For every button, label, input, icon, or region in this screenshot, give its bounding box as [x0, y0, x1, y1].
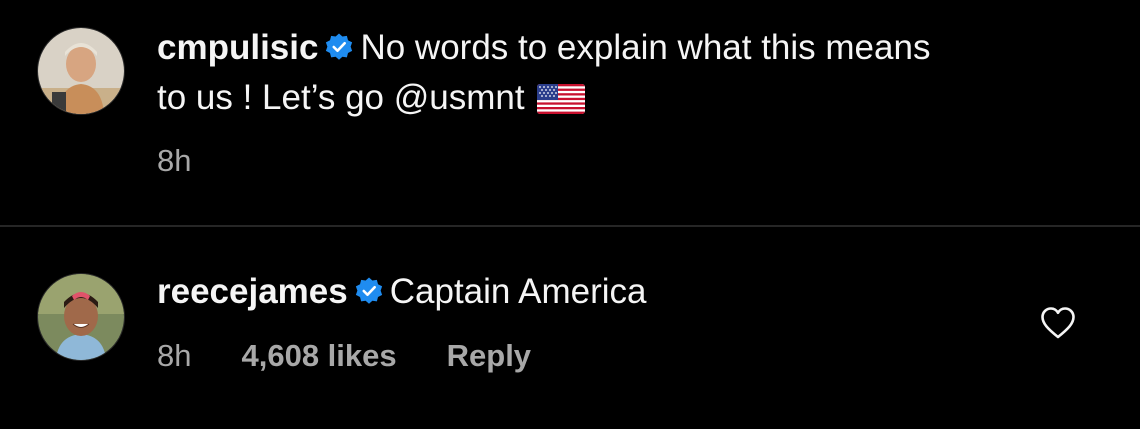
avatar-image — [38, 28, 124, 114]
comment-timestamp: 8h — [157, 338, 192, 373]
likes-count-link[interactable]: 4,608 likes — [241, 338, 396, 374]
comment-item — [0, 227, 1140, 429]
comment-meta: 8h 4,608 likes Reply — [157, 338, 531, 374]
comment-text: cmpulisic No words to explain what this m… — [157, 23, 1097, 123]
avatar-image — [38, 274, 124, 360]
us-flag-icon — [536, 84, 585, 114]
comment-meta: 8h — [157, 143, 191, 179]
verified-badge-icon — [354, 276, 384, 306]
comment-username[interactable]: reecejames — [157, 272, 348, 311]
like-button[interactable] — [1040, 306, 1076, 340]
avatar[interactable] — [37, 273, 125, 361]
comment-timestamp: 8h — [157, 143, 192, 178]
comment-username[interactable]: cmpulisic — [157, 28, 318, 67]
verified-badge-icon — [324, 32, 354, 62]
reply-button[interactable]: Reply — [447, 338, 531, 374]
avatar[interactable] — [37, 27, 125, 115]
comment-body: Captain America — [389, 272, 647, 311]
comment-item: cmpulisic No words to explain what this m… — [0, 0, 1140, 225]
comment-text-line2: to us ! Let’s go @usmnt — [157, 78, 525, 117]
comment-text: reecejames Captain America — [157, 267, 1097, 317]
comment-text-line1: No words to explain what this means — [360, 28, 931, 67]
heart-icon — [1041, 307, 1075, 339]
